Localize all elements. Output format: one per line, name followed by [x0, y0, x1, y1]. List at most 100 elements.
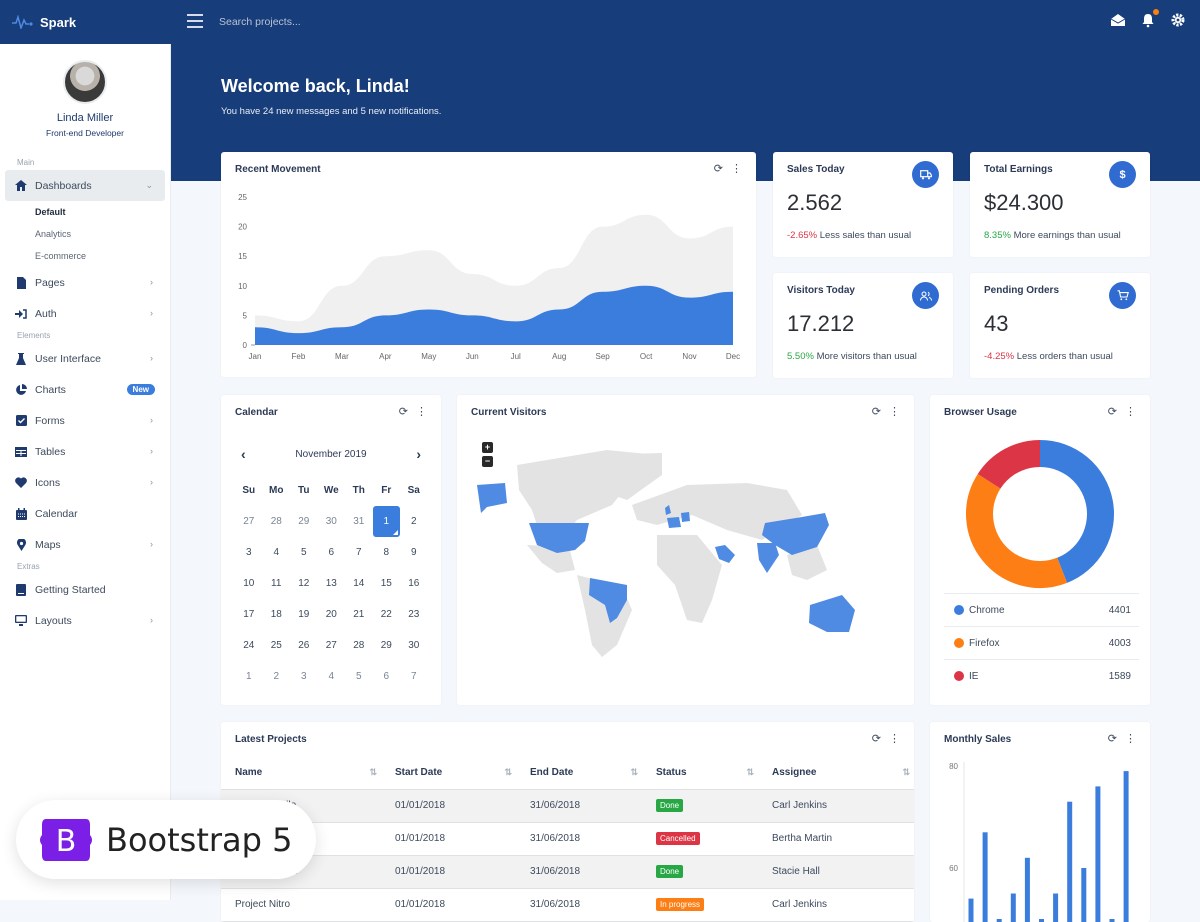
column-header-end-date[interactable]: End Date⇅	[516, 757, 642, 789]
calendar-day[interactable]: 16	[400, 568, 428, 599]
calendar-day[interactable]: 30	[318, 506, 346, 537]
calendar-day[interactable]: 2	[400, 506, 428, 537]
calendar-day[interactable]: 28	[345, 630, 373, 661]
table-row[interactable]: Project Hades01/01/201831/06/2018DoneSta…	[221, 855, 914, 888]
prev-month-button[interactable]: ‹	[241, 446, 246, 462]
calendar-day[interactable]: 29	[290, 506, 318, 537]
calendar-day[interactable]: 30	[400, 630, 428, 661]
bell-icon[interactable]	[1140, 12, 1156, 28]
calendar-day[interactable]: 5	[345, 661, 373, 692]
calendar-day[interactable]: 2	[263, 661, 291, 692]
x-tick-label: Aug	[552, 352, 566, 361]
calendar-day[interactable]: 22	[373, 599, 401, 630]
calendar-day[interactable]: 26	[290, 630, 318, 661]
calendar-day[interactable]: 7	[400, 661, 428, 692]
calendar-day[interactable]: 19	[290, 599, 318, 630]
brand[interactable]: Spark	[0, 0, 171, 44]
section-label-main: Main	[0, 156, 170, 170]
calendar-day[interactable]: 11	[263, 568, 291, 599]
more-vertical-icon[interactable]: ⋮	[416, 405, 427, 418]
sidebar-subitem-default[interactable]: Default	[0, 201, 170, 223]
weekday-header: Tu	[290, 475, 318, 506]
calendar-day[interactable]: 7	[345, 537, 373, 568]
map-region-france[interactable]	[667, 517, 681, 528]
sidebar-item-dashboards[interactable]: Dashboards ⌄	[5, 170, 165, 201]
sidebar-item-calendar[interactable]: Calendar	[5, 498, 165, 529]
calendar-day[interactable]: 3	[290, 661, 318, 692]
gear-icon[interactable]	[1170, 12, 1186, 28]
sidebar-item-tables[interactable]: Tables ›	[5, 436, 165, 467]
map-region-india[interactable]	[757, 543, 779, 573]
bar-oct[interactable]	[1095, 786, 1100, 922]
bar-sep[interactable]	[1081, 868, 1086, 922]
sidebar-item-getting-started[interactable]: Getting Started	[5, 574, 165, 605]
table-row[interactable]: Project Apollo01/01/201831/06/2018DoneCa…	[221, 789, 914, 822]
calendar-day[interactable]: 13	[318, 568, 346, 599]
sidebar-item-user-interface[interactable]: User Interface ›	[5, 343, 165, 374]
column-header-status[interactable]: Status⇅	[642, 757, 758, 789]
calendar-day[interactable]: 20	[318, 599, 346, 630]
calendar-day[interactable]: 14	[345, 568, 373, 599]
column-header-name[interactable]: Name⇅	[221, 757, 381, 789]
bar-feb[interactable]	[983, 832, 988, 922]
sidebar-item-charts[interactable]: Charts New	[5, 374, 165, 405]
calendar-day[interactable]: 5	[290, 537, 318, 568]
calendar-day[interactable]: 23	[400, 599, 428, 630]
sidebar-subitem-analytics[interactable]: Analytics	[0, 223, 170, 245]
map-region-australia[interactable]	[809, 595, 855, 632]
calendar-day[interactable]: 6	[318, 537, 346, 568]
table-row[interactable]: Project Fireball01/01/201831/06/2018Canc…	[221, 822, 914, 855]
refresh-icon[interactable]: ⟳	[872, 732, 881, 745]
calendar-day[interactable]: 3	[235, 537, 263, 568]
calendar-day[interactable]: 12	[290, 568, 318, 599]
bar-jul[interactable]	[1053, 894, 1058, 922]
calendar-day[interactable]: 4	[263, 537, 291, 568]
calendar-day[interactable]: 31	[345, 506, 373, 537]
calendar-day[interactable]: 1	[235, 661, 263, 692]
legend-label: Chrome	[969, 605, 1005, 616]
calendar-day[interactable]: 28	[263, 506, 291, 537]
calendar-day[interactable]: 8	[373, 537, 401, 568]
map-region-germany[interactable]	[681, 512, 690, 522]
bar-apr[interactable]	[1011, 894, 1016, 922]
sidebar-toggle-button[interactable]	[187, 14, 203, 28]
column-header-assignee[interactable]: Assignee⇅	[758, 757, 914, 789]
calendar-day[interactable]: 25	[263, 630, 291, 661]
calendar-day[interactable]: 29	[373, 630, 401, 661]
calendar-day[interactable]: 18	[263, 599, 291, 630]
sidebar-item-pages[interactable]: Pages ›	[5, 267, 165, 298]
sidebar-item-layouts[interactable]: Layouts ›	[5, 605, 165, 636]
bar-may[interactable]	[1025, 858, 1030, 922]
calendar-day[interactable]: 27	[318, 630, 346, 661]
calendar-day[interactable]: 27	[235, 506, 263, 537]
table-row[interactable]: Project Nitro01/01/201831/06/2018In prog…	[221, 888, 914, 921]
calendar-day[interactable]: 15	[373, 568, 401, 599]
calendar-day[interactable]: 24	[235, 630, 263, 661]
bar-aug[interactable]	[1067, 802, 1072, 922]
map-region-alaska[interactable]	[477, 483, 507, 513]
bar-jan[interactable]	[969, 899, 974, 922]
calendar-day[interactable]: 4	[318, 661, 346, 692]
world-map[interactable]	[457, 395, 914, 705]
sidebar-item-icons[interactable]: Icons ›	[5, 467, 165, 498]
envelope-open-icon[interactable]	[1110, 12, 1126, 28]
column-header-start-date[interactable]: Start Date⇅	[381, 757, 516, 789]
bar-dec[interactable]	[1124, 771, 1129, 922]
map-region-africa[interactable]	[657, 535, 722, 623]
calendar-day[interactable]: 6	[373, 661, 401, 692]
avatar[interactable]	[63, 60, 107, 104]
next-month-button[interactable]: ›	[416, 446, 421, 462]
sidebar-subitem-ecommerce[interactable]: E-commerce	[0, 245, 170, 267]
calendar-day[interactable]: 17	[235, 599, 263, 630]
sidebar-item-forms[interactable]: Forms ›	[5, 405, 165, 436]
calendar-day[interactable]: 10	[235, 568, 263, 599]
calendar-day[interactable]: 9	[400, 537, 428, 568]
browser-usage-donut	[930, 395, 1150, 595]
refresh-icon[interactable]: ⟳	[399, 405, 408, 418]
calendar-day[interactable]: 1	[373, 506, 401, 537]
calendar-day[interactable]: 21	[345, 599, 373, 630]
search-input[interactable]	[219, 13, 459, 31]
sidebar-item-maps[interactable]: Maps ›	[5, 529, 165, 560]
sidebar-item-auth[interactable]: Auth ›	[5, 298, 165, 329]
more-vertical-icon[interactable]: ⋮	[889, 732, 900, 745]
